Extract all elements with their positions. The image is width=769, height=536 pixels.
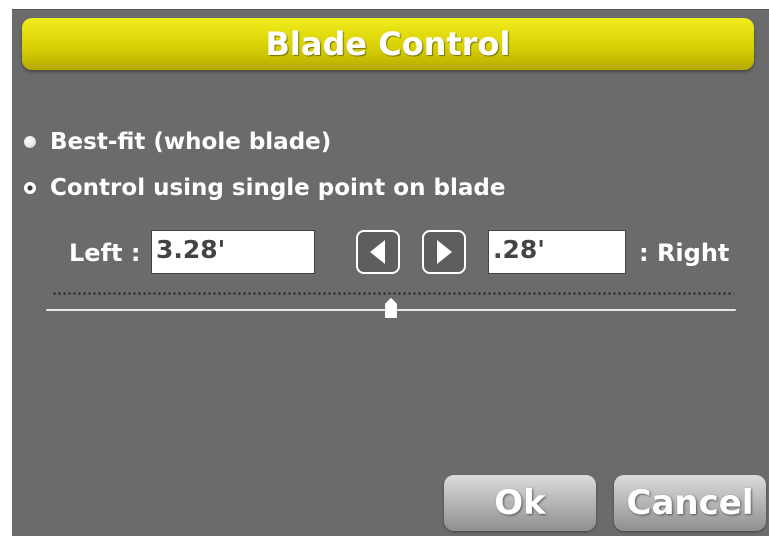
move-left-button[interactable]	[356, 230, 400, 274]
blade-control-dialog: Blade Control Best-fit (whole blade) Con…	[12, 9, 769, 536]
slider-thumb[interactable]	[385, 298, 397, 318]
best-fit-label: Best-fit (whole blade)	[50, 129, 332, 155]
single-point-option[interactable]: Control using single point on blade	[24, 173, 505, 203]
left-label: Left :	[69, 239, 141, 267]
dialog-title: Blade Control	[265, 25, 511, 63]
triangle-right-icon	[437, 240, 452, 264]
left-offset-field[interactable]: 3.28'	[151, 230, 315, 274]
best-fit-radio[interactable]	[24, 136, 36, 148]
move-right-button[interactable]	[422, 230, 466, 274]
triangle-left-icon	[370, 240, 385, 264]
best-fit-option[interactable]: Best-fit (whole blade)	[24, 127, 331, 157]
cancel-button[interactable]: Cancel	[614, 475, 766, 531]
single-point-label: Control using single point on blade	[50, 175, 506, 201]
ok-button[interactable]: Ok	[444, 475, 596, 531]
right-label: : Right	[639, 239, 730, 267]
slider-tick-marks	[52, 292, 734, 295]
right-offset-field[interactable]: .28'	[488, 230, 626, 274]
title-bar: Blade Control	[22, 18, 754, 70]
single-point-radio[interactable]	[24, 182, 36, 194]
blade-position-slider[interactable]	[46, 286, 736, 326]
